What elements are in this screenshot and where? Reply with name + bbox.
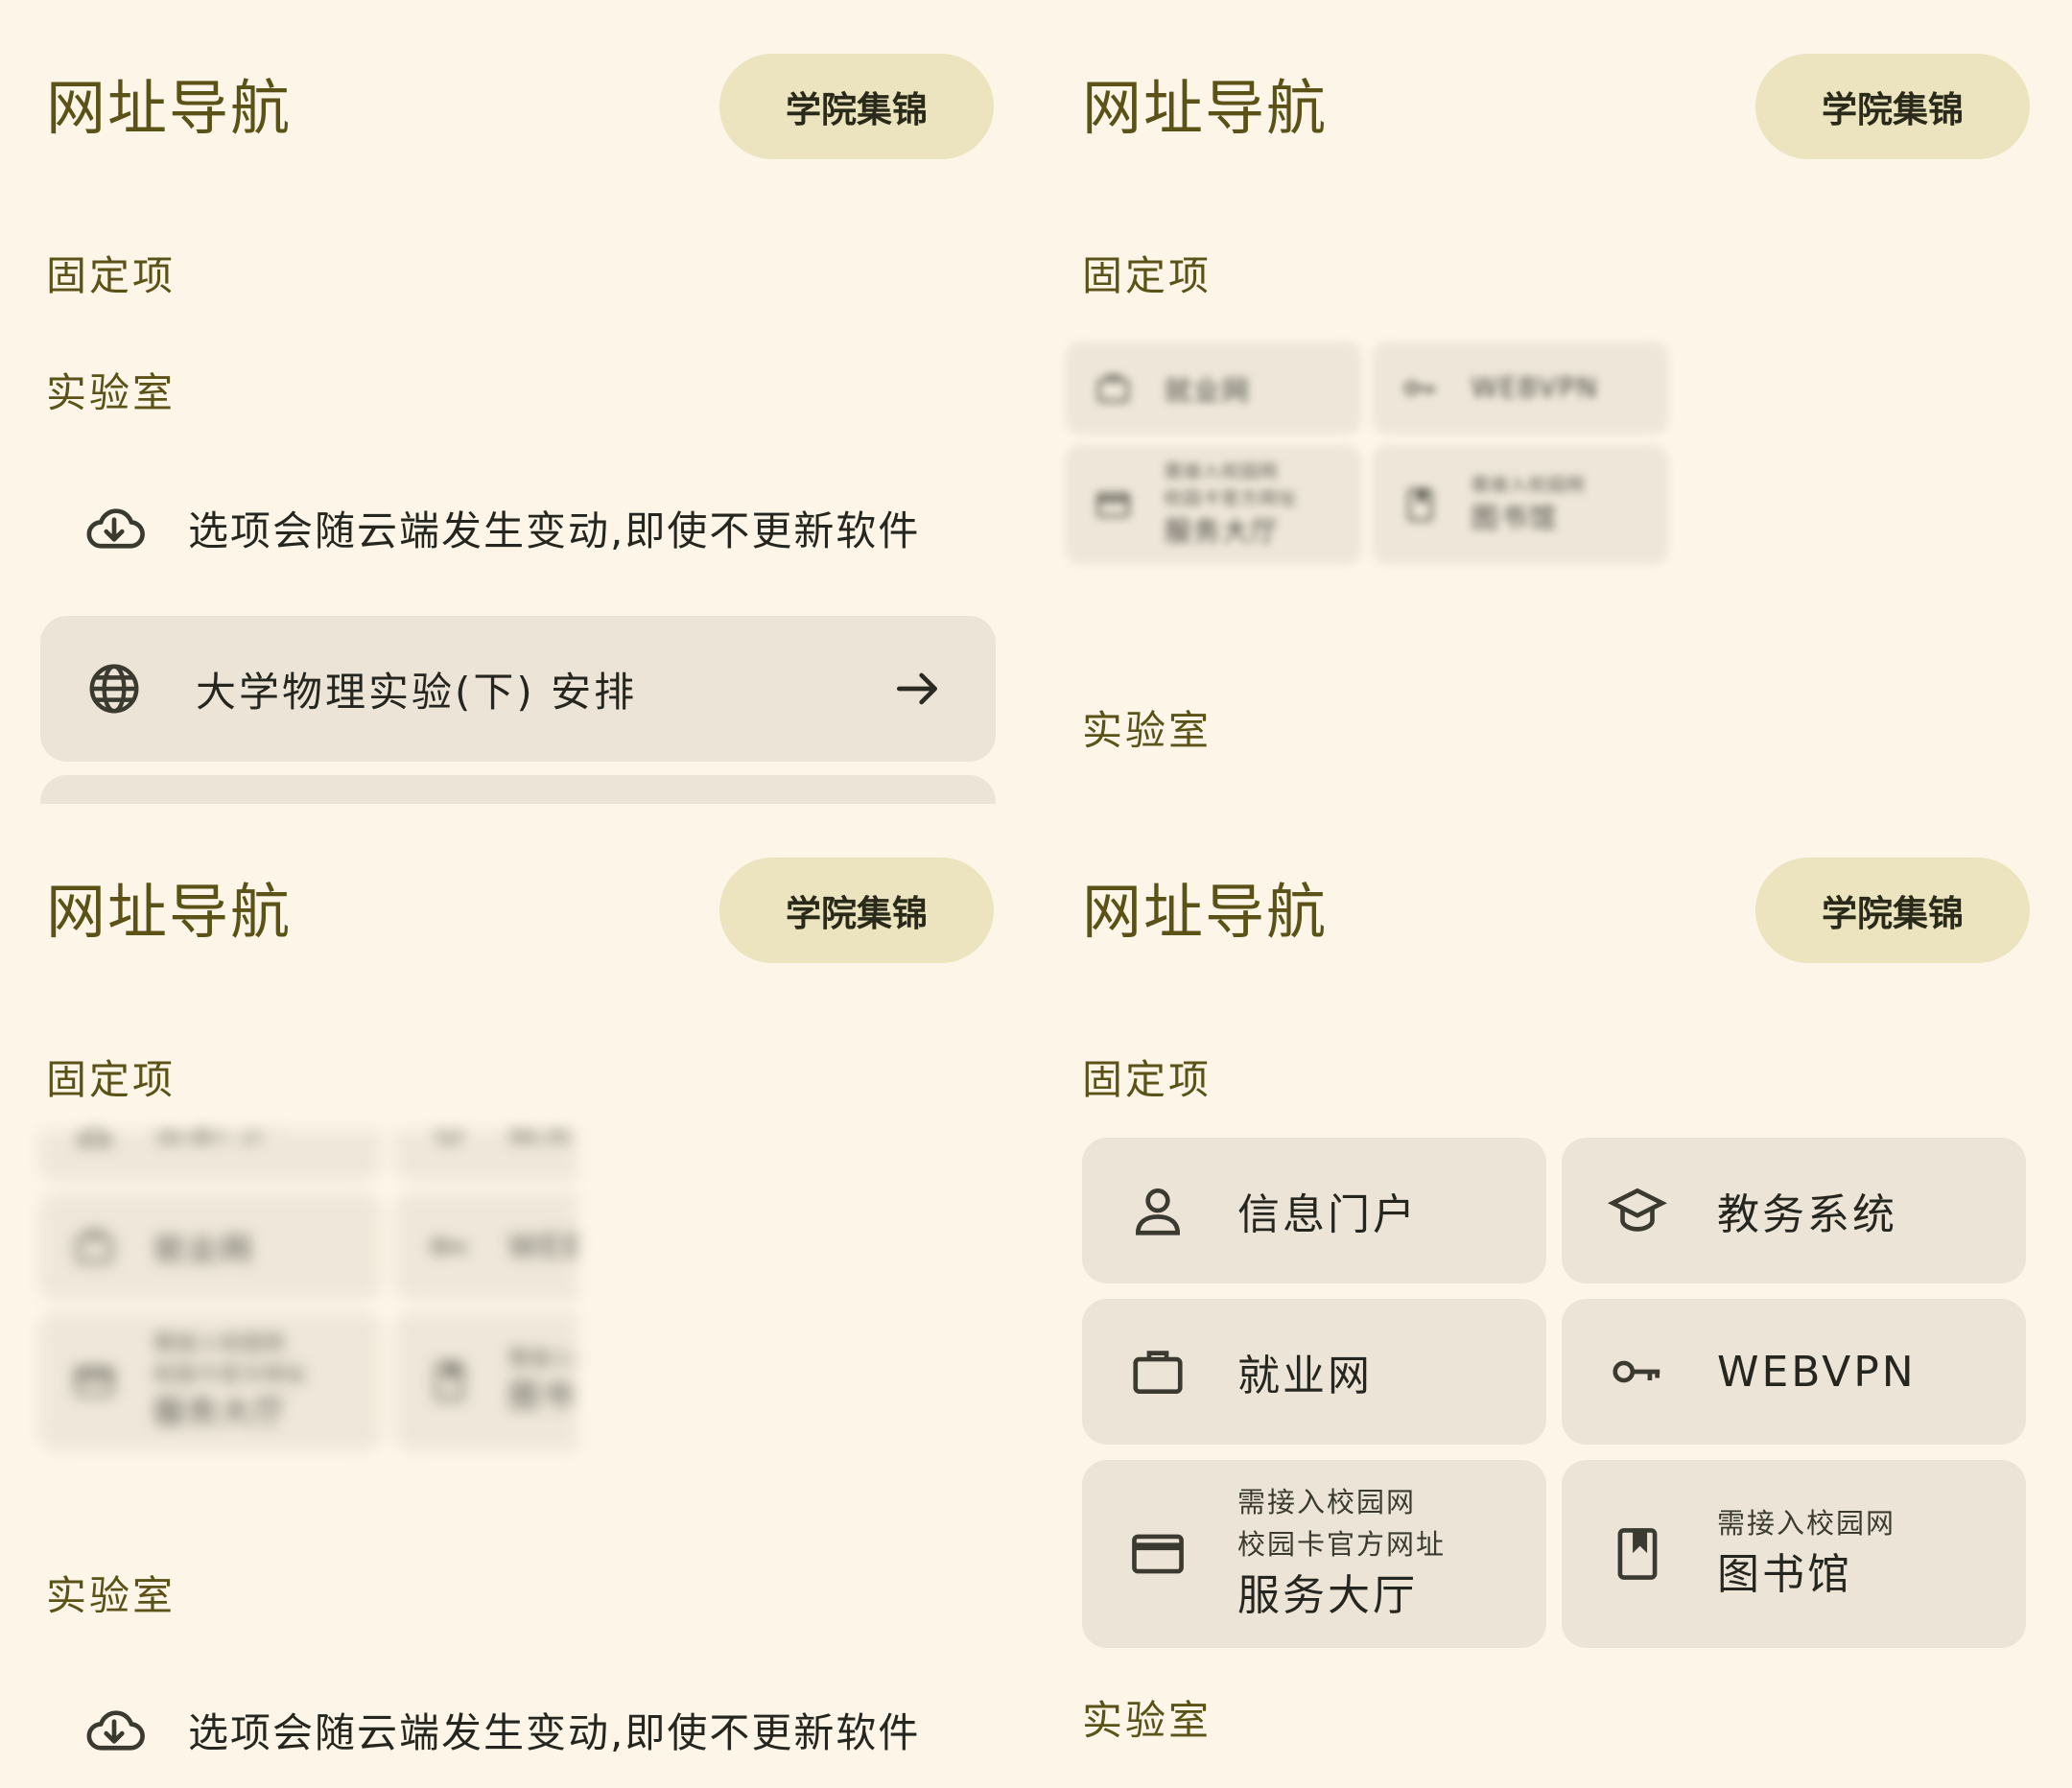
globe-icon (89, 664, 139, 714)
pinned-label: 服务大厅 (1164, 515, 1280, 548)
card-icon (1132, 1534, 1184, 1574)
pinned-card-portal[interactable]: 信息门户 (38, 1130, 383, 1182)
gallery-button[interactable]: 学院集锦 (719, 858, 994, 963)
lab-item-partial[interactable] (40, 775, 996, 804)
section-lab-header: 实验室 (46, 369, 177, 416)
pinned-label: 信息门户 (1237, 1190, 1418, 1239)
cloud-download-icon (86, 1710, 145, 1751)
card-icon (75, 1366, 114, 1397)
school-icon (1608, 1188, 1667, 1232)
pinned-card-webvpn[interactable]: WEBVPN (393, 1192, 578, 1301)
pinned-label: 图书馆 (1717, 1550, 1852, 1599)
key-icon (431, 1237, 466, 1255)
screen-panel-2: 网址导航 学院集锦 固定项 就业网 WEBVPN 需接入校园网 校园卡官方网址 服务… (1036, 0, 2072, 804)
lab-item-label: 大学物理实验(下) 安排 (196, 668, 638, 716)
pinned-label: 就业网 (1237, 1352, 1373, 1400)
pinned-card-portal[interactable]: 信息门户 (1082, 1138, 1546, 1283)
pinned-sub: 需接入校园网 (1237, 1486, 1417, 1518)
lab-notice-text: 选项会随云端发生变动,即使不更新软件 (188, 506, 921, 554)
page-title: 网址导航 (1082, 73, 1329, 143)
gallery-button[interactable]: 学院集锦 (1755, 54, 2030, 159)
arrow-right-icon (897, 672, 937, 705)
lab-notice-text: 选项会随云端发生变动,即使不更新软件 (188, 1708, 921, 1756)
lab-item-physics[interactable]: 大学物理实验(下) 安排 (40, 616, 996, 762)
pinned-card-academic[interactable]: 教务系统 (393, 1130, 578, 1182)
screen-panel-4: 网址导航 学院集锦 固定项 信息门户 教务系统 就业网 WEBVPN 需接入校园… (1036, 804, 2072, 1788)
pinned-label: 信息门户 (153, 1130, 287, 1149)
pinned-label: 就业网 (1164, 375, 1251, 407)
pinned-card-employment[interactable]: 就业网 (38, 1192, 383, 1301)
section-pinned-header: 固定项 (46, 1056, 177, 1103)
pinned-label: 就业网 (153, 1231, 254, 1268)
card-icon (1096, 492, 1130, 518)
section-lab-header: 实验室 (1082, 707, 1213, 754)
gallery-button[interactable]: 学院集锦 (719, 54, 994, 159)
pinned-card-library[interactable]: 需接入校园网 图书馆 (1562, 1460, 2026, 1648)
pinned-sub: 校园卡官方网址 (1164, 487, 1298, 509)
pinned-label: WEBVPN (1471, 372, 1599, 404)
pinned-label: 教务系统 (507, 1130, 578, 1149)
lab-notice: 选项会随云端发生变动,即使不更新软件 (82, 1691, 920, 1768)
pinned-card-webvpn[interactable]: WEBVPN (1372, 341, 1669, 435)
pinned-label: 图书馆 (507, 1378, 578, 1415)
pinned-sub: 需接入校园网 (507, 1346, 578, 1371)
page-title: 网址导航 (46, 877, 293, 947)
pinned-card-service[interactable]: 需接入校园网 校园卡官方网址 服务大厅 (1082, 1460, 1546, 1648)
pinned-sub: 需接入校园网 (1471, 474, 1586, 496)
book-icon (1407, 488, 1433, 522)
section-pinned-header: 固定项 (1082, 1056, 1213, 1103)
pinned-sub: 需接入校园网 (1717, 1507, 1896, 1540)
pinned-label: 服务大厅 (153, 1394, 287, 1431)
pinned-grid-blurred: 就业网 WEBVPN 需接入校园网 校园卡官方网址 服务大厅 需接入校园网 图书馆 (1065, 341, 1669, 565)
page-title: 网址导航 (1082, 877, 1329, 947)
cloud-download-icon (86, 508, 145, 549)
pinned-card-academic[interactable]: 教务系统 (1562, 1138, 2026, 1283)
person-icon (78, 1130, 111, 1145)
pinned-card-webvpn[interactable]: WEBVPN (1562, 1299, 2026, 1445)
key-icon (1404, 381, 1435, 395)
briefcase-icon (1097, 374, 1129, 403)
pinned-grid-blurred: 信息门户 教务系统 就业网 WEBVPN 需接入校园网校园卡官方网址服务大厅 需… (38, 1130, 578, 1470)
pinned-label: 教务系统 (1717, 1190, 1897, 1239)
briefcase-icon (1133, 1351, 1183, 1394)
pinned-sub: 校园卡官方网址 (153, 1361, 308, 1387)
pinned-label: WEBVPN (1717, 1347, 1917, 1397)
pinned-card-employment[interactable]: 就业网 (1082, 1299, 1546, 1445)
key-icon (1613, 1360, 1660, 1383)
school-icon (436, 1130, 462, 1143)
person-icon (1136, 1188, 1180, 1235)
pinned-card-library[interactable]: 需接入校园网图书馆 (393, 1311, 578, 1451)
pinned-card-library[interactable]: 需接入校园网图书馆 (1372, 444, 1669, 565)
pinned-label: WEBVPN (507, 1228, 578, 1265)
lab-notice: 选项会随云端发生变动,即使不更新软件 (82, 489, 920, 566)
book-icon (435, 1362, 464, 1400)
section-lab-header: 实验室 (1082, 1697, 1213, 1744)
pinned-label: 服务大厅 (1237, 1571, 1418, 1620)
screen-panel-1: 网址导航 学院集锦 固定项 实验室 选项会随云端发生变动,即使不更新软件 大学物… (0, 0, 1036, 804)
gallery-button[interactable]: 学院集锦 (1755, 858, 2030, 963)
pinned-sub: 校园卡官方网址 (1237, 1528, 1447, 1561)
pinned-card-employment[interactable]: 就业网 (1065, 341, 1362, 435)
book-icon (1617, 1528, 1658, 1580)
pinned-sub: 需接入校园网 (153, 1330, 286, 1355)
section-pinned-header: 固定项 (46, 252, 177, 299)
pinned-card-service[interactable]: 需接入校园网 校园卡官方网址服务大厅 (38, 1311, 383, 1451)
pinned-card-service[interactable]: 需接入校园网 校园卡官方网址服务大厅 (1065, 444, 1362, 565)
briefcase-icon (76, 1231, 113, 1263)
section-lab-header: 实验室 (46, 1572, 177, 1619)
page-title: 网址导航 (46, 73, 293, 143)
pinned-sub: 需接入校园网 (1164, 460, 1279, 482)
screen-panel-3: 网址导航 学院集锦 固定项 信息门户 教务系统 就业网 WEBVPN 需接入校园… (0, 804, 1036, 1788)
pinned-label: 图书馆 (1471, 502, 1558, 534)
section-pinned-header: 固定项 (1082, 252, 1213, 299)
